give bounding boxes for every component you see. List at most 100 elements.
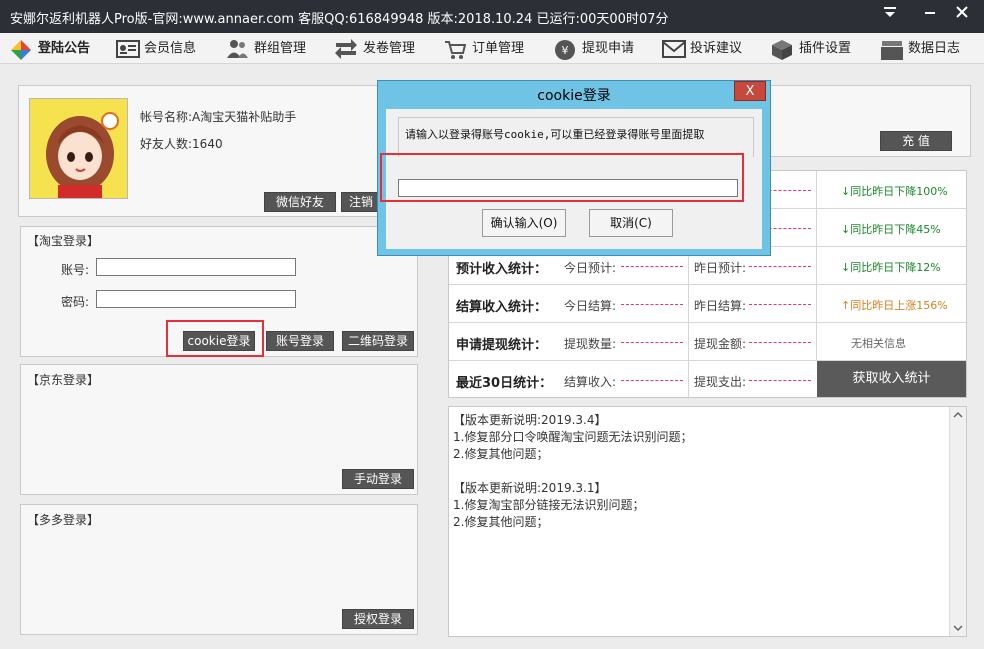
pdd-legend: 【多多登录】 (27, 513, 100, 527)
value-placeholder (621, 304, 683, 305)
auth-login-button[interactable]: 授权登录 (342, 609, 414, 629)
cancel-button[interactable]: 取消(C) (589, 209, 673, 237)
stats-cell: 结算收入: (564, 375, 617, 389)
compare-text: 无相关信息 (851, 337, 906, 350)
stats-cell: 提现支出: (694, 375, 747, 389)
stats-row-label: 预计收入统计： (456, 262, 548, 277)
avatar (29, 98, 128, 199)
compare-text: ↓同比昨日下降45% (841, 223, 941, 236)
nav-label: 投诉建议 (690, 41, 743, 56)
account-login-button[interactable]: 账号登录 (266, 331, 334, 351)
value-placeholder (621, 380, 683, 381)
taobao-legend: 【淘宝登录】 (27, 234, 100, 248)
value-placeholder (621, 266, 683, 267)
nav-label: 群组管理 (254, 41, 307, 56)
nav-label: 提现申请 (582, 41, 635, 56)
password-label: 密码: (61, 295, 90, 309)
stats-cell: 提现金额: (694, 337, 747, 351)
taobao-password-input[interactable] (96, 290, 296, 308)
note-line: 1.修复部分口令唤醒淘宝问题无法识别问题； (453, 430, 693, 444)
dialog-close-button[interactable]: X (734, 81, 766, 101)
stats-cell: 昨日结算: (694, 299, 747, 313)
yen-coin-icon: ¥ (554, 39, 576, 60)
stats-row-label: 最近30日统计： (456, 376, 553, 391)
nav-label: 订单管理 (472, 41, 525, 56)
note-line: 1.修复淘宝部分链接无法识别问题； (453, 498, 645, 512)
dialog-title: cookie登录 (537, 88, 611, 104)
taobao-account-input[interactable] (96, 258, 296, 276)
value-placeholder (749, 266, 811, 267)
main-nav: 登陆公告 会员信息 群组管理 发卷管理 订单管理 ¥ 提现申请 投诉建议 插件设… (0, 33, 984, 64)
group-icon (226, 39, 248, 59)
value-placeholder (749, 380, 811, 381)
value-placeholder (621, 342, 683, 343)
nav-label: 会员信息 (144, 41, 197, 56)
scroll-up-icon[interactable] (952, 409, 964, 423)
highlight-box (380, 153, 744, 202)
logout-button[interactable]: 注销 (341, 192, 381, 212)
divider (688, 285, 689, 323)
svg-text:¥: ¥ (562, 44, 569, 57)
jd-legend: 【京东登录】 (27, 373, 100, 387)
stats-cell: 今日预计: (564, 261, 617, 275)
cube-icon (771, 39, 793, 60)
highlight-box (166, 320, 264, 357)
scroll-down-icon[interactable] (952, 622, 964, 636)
confirm-button[interactable]: 确认输入(O) (482, 209, 566, 237)
stats-row-label: 结算收入统计： (456, 300, 548, 315)
friend-count: 好友人数:1640 (140, 137, 223, 151)
account-name: 帐号名称:A淘宝天猫补贴助手 (140, 110, 297, 124)
transfer-arrows-icon (335, 39, 357, 59)
stats-row: 最近30日统计： 结算收入: 提现支出: 获取收入统计 (449, 361, 966, 399)
divider (688, 361, 689, 399)
close-icon[interactable] (950, 4, 974, 28)
envelope-icon (662, 39, 686, 59)
wechat-friends-button[interactable]: 微信好友 (264, 192, 336, 212)
note-line: 【版本更新说明:2019.3.1】 (453, 481, 607, 495)
stats-cell: 提现数量: (564, 337, 617, 351)
divider (816, 171, 817, 209)
divider (816, 285, 817, 323)
nav-label: 登陆公告 (38, 41, 91, 56)
pdd-login-panel: 【多多登录】 授权登录 (20, 504, 418, 635)
cart-icon (444, 39, 467, 59)
recharge-button[interactable]: 充 值 (880, 131, 952, 151)
compare-text: ↓同比昨日下降12% (841, 261, 941, 274)
prompt-frame: 请输入以登录得账号cookie,可以重已经登录得账号里面提取 (398, 117, 754, 157)
nav-label: 数据日志 (908, 41, 961, 56)
account-panel: 帐号名称:A淘宝天猫补贴助手 好友人数:1640 微信好友 注销 (18, 85, 418, 217)
qrcode-login-button[interactable]: 二维码登录 (342, 331, 414, 351)
update-notes-box: 【版本更新说明:2019.3.4】 1.修复部分口令唤醒淘宝问题无法识别问题； … (448, 406, 967, 637)
stats-row: 结算收入统计： 今日结算: 昨日结算: ↑同比昨日上涨156% (449, 285, 966, 323)
id-card-icon (116, 39, 140, 59)
nav-label: 发卷管理 (363, 41, 416, 56)
divider (688, 323, 689, 361)
compare-text: ↑同比昨日上涨156% (841, 299, 948, 312)
stats-cell: 今日结算: (564, 299, 617, 313)
menu-icon[interactable] (878, 4, 902, 28)
value-placeholder (749, 342, 811, 343)
google-diamond-icon (10, 39, 32, 60)
divider (816, 247, 817, 285)
account-label: 账号: (61, 263, 90, 277)
divider (816, 323, 817, 361)
minimize-icon[interactable] (918, 4, 942, 28)
note-line: 【版本更新说明:2019.3.4】 (453, 413, 607, 427)
window-title: 安娜尔返利机器人Pro版-官网:www.annaer.com 客服QQ:6168… (10, 12, 669, 27)
dialog-prompt: 请输入以登录得账号cookie,可以重已经登录得账号里面提取 (405, 128, 705, 141)
folder-stack-icon (880, 39, 903, 60)
fetch-income-stats-button[interactable]: 获取收入统计 (817, 361, 966, 397)
stats-row: 申请提现统计： 提现数量: 提现金额: 无相关信息 (449, 323, 966, 361)
stats-row-label: 申请提现统计： (456, 338, 548, 353)
value-placeholder (749, 304, 811, 305)
note-line: 2.修复其他问题； (453, 447, 549, 461)
jd-login-panel: 【京东登录】 手动登录 (20, 364, 418, 495)
stats-cell: 昨日预计: (694, 261, 747, 275)
notes-scrollbar[interactable] (949, 407, 966, 636)
title-bar: 安娜尔返利机器人Pro版-官网:www.annaer.com 客服QQ:6168… (0, 0, 984, 33)
nav-label: 插件设置 (799, 41, 852, 56)
note-line: 2.修复其他问题； (453, 515, 549, 529)
manual-login-button[interactable]: 手动登录 (342, 469, 414, 489)
divider (816, 209, 817, 247)
compare-text: ↓同比昨日下降100% (841, 185, 948, 198)
